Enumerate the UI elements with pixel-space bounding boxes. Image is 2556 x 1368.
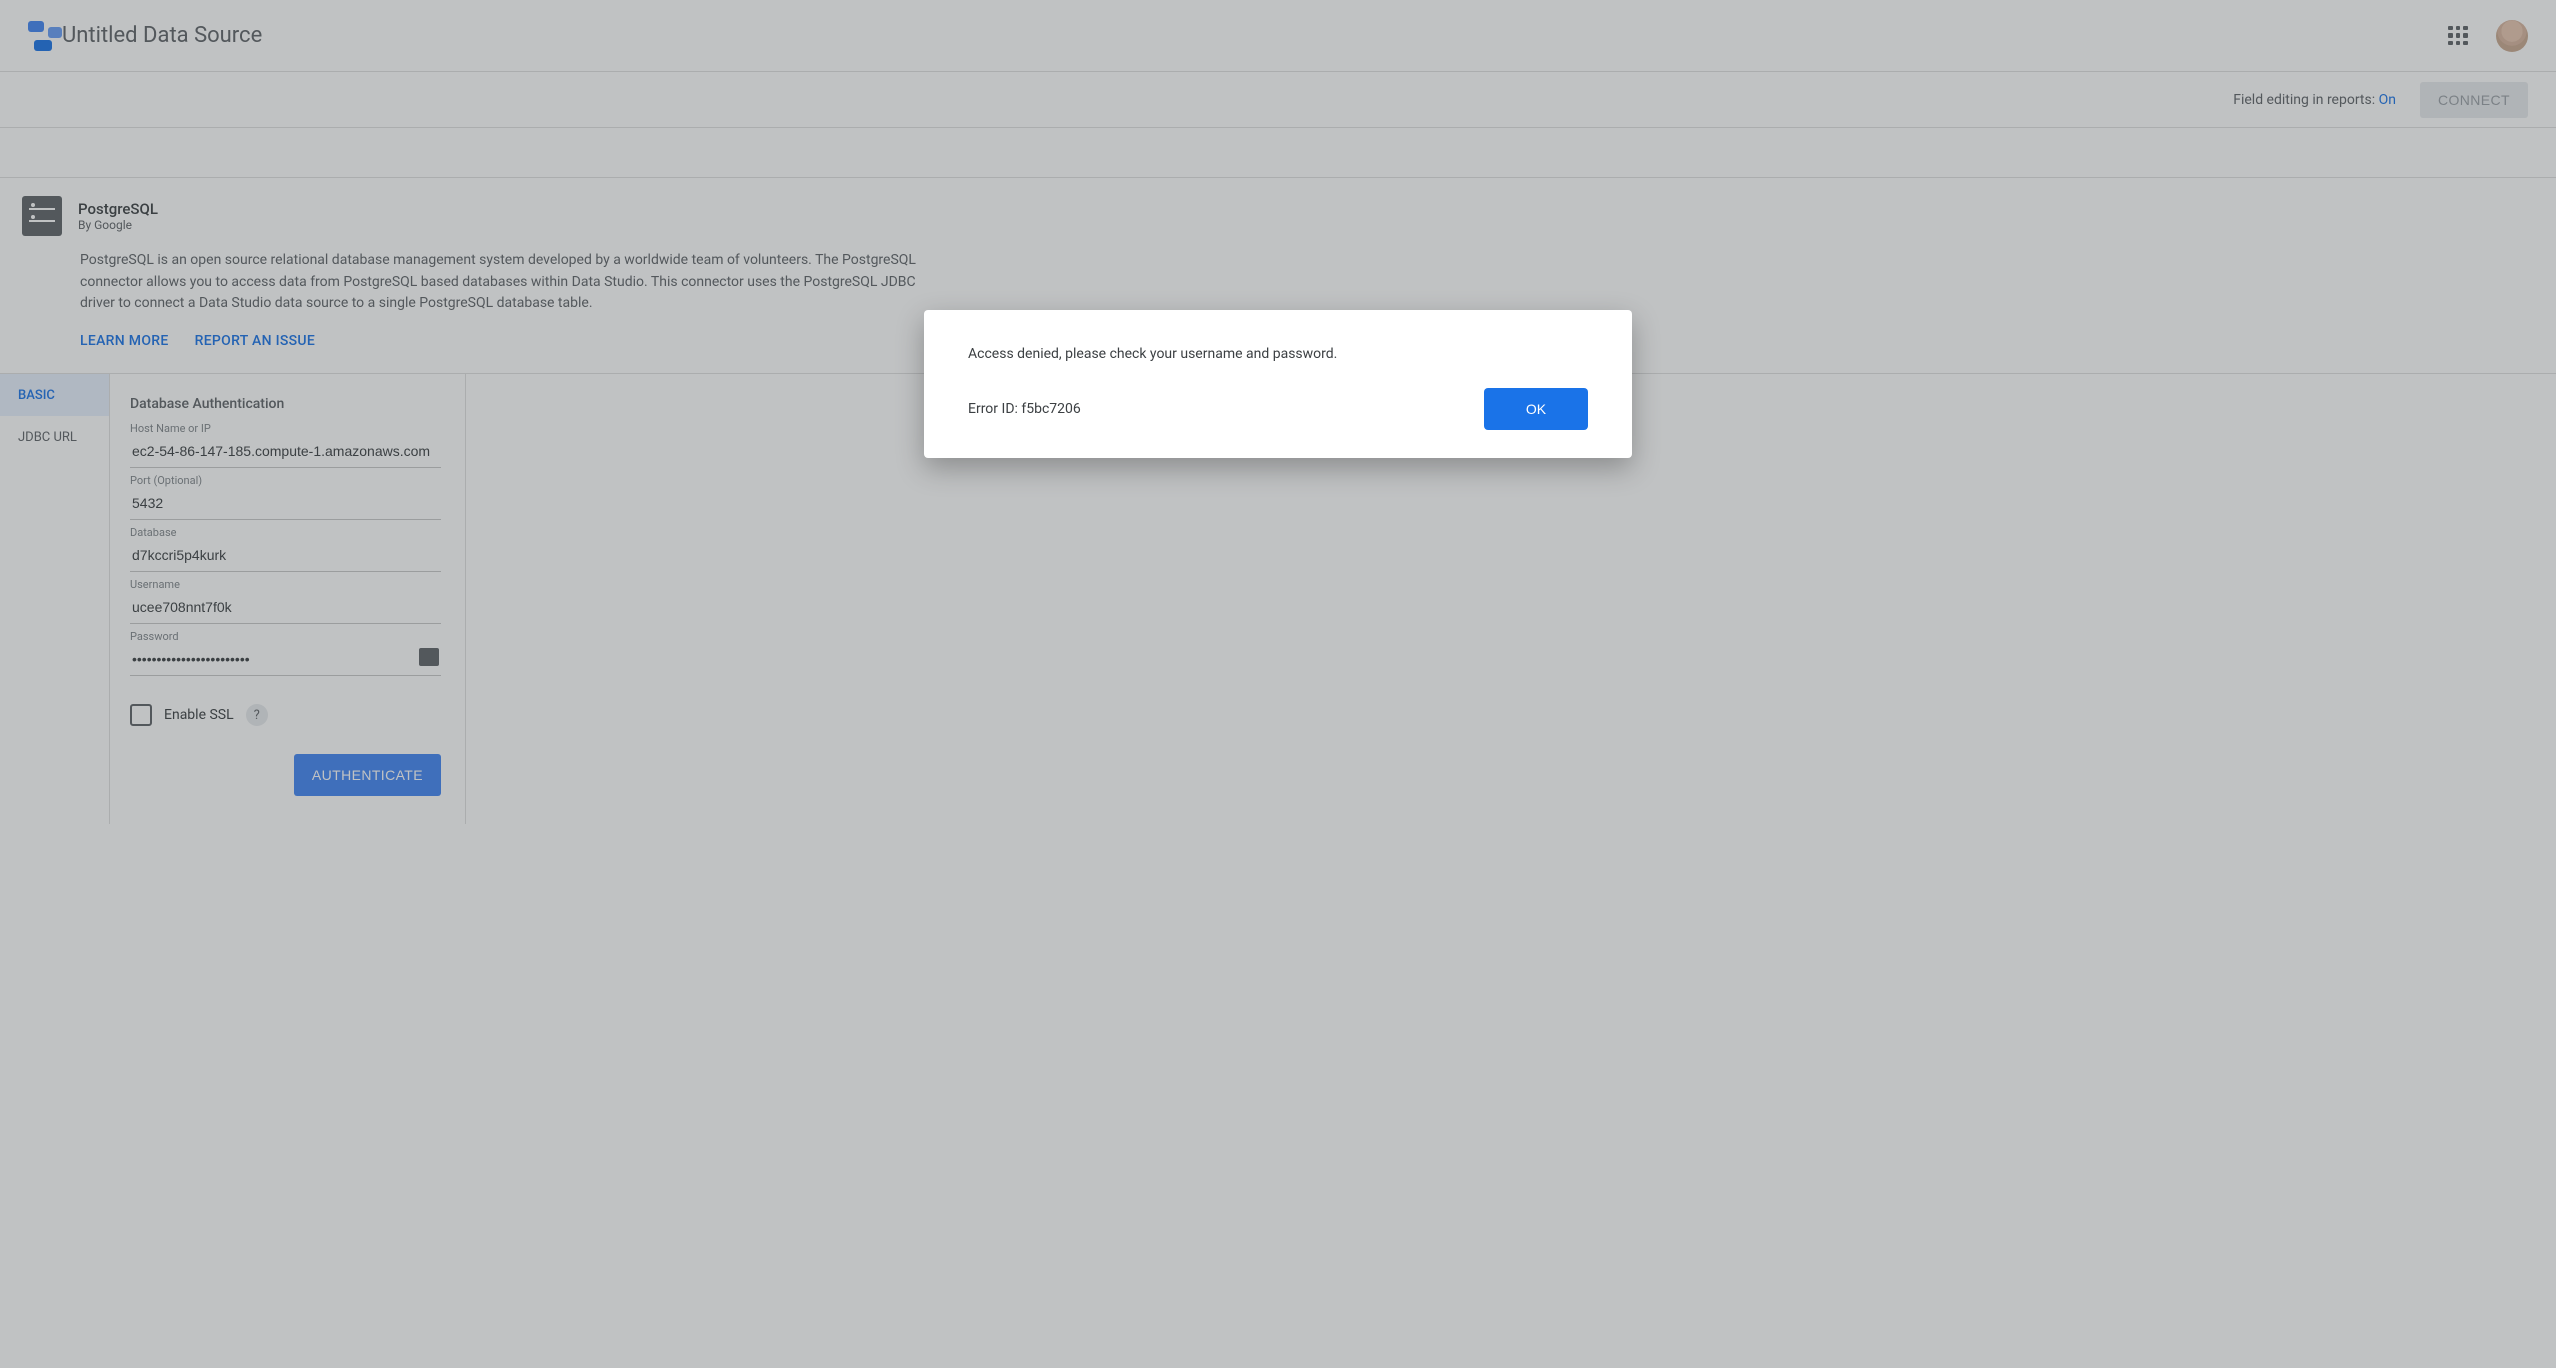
ok-button[interactable]: OK: [1484, 388, 1588, 430]
error-dialog: Access denied, please check your usernam…: [924, 310, 1632, 458]
dialog-message: Access denied, please check your usernam…: [968, 346, 1588, 362]
modal-scrim[interactable]: Access denied, please check your usernam…: [0, 0, 2556, 1368]
dialog-error-id: Error ID: f5bc7206: [968, 401, 1484, 417]
